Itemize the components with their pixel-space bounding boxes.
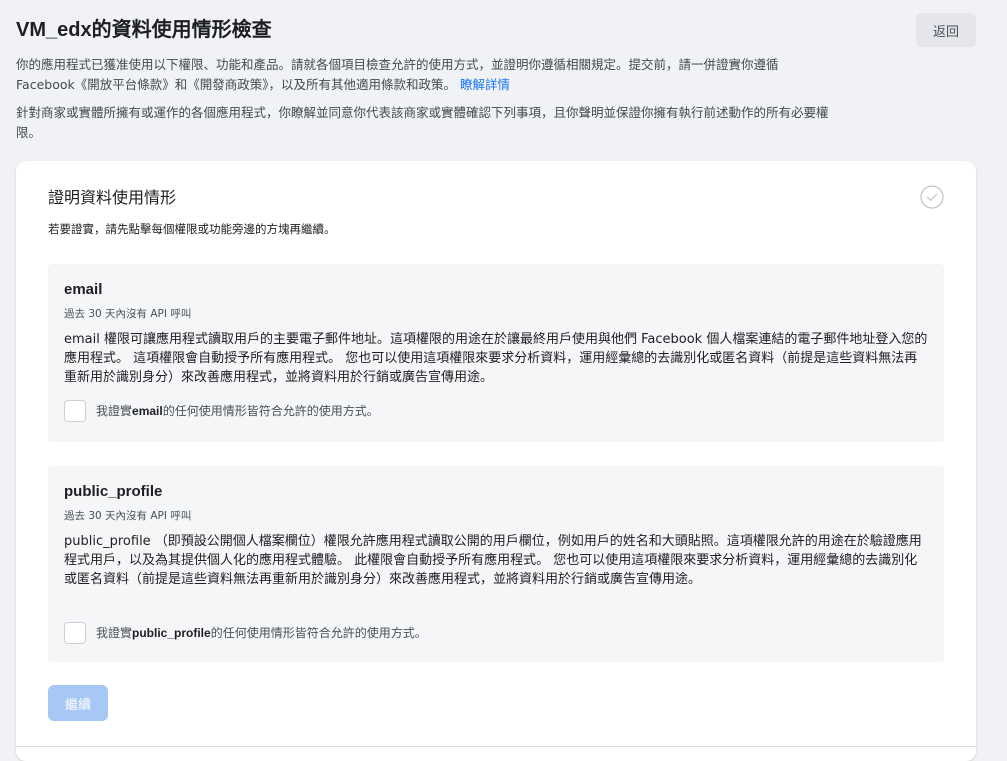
certify-suffix: 的任何使用情形皆符合允許的使用方式。 [210,626,427,640]
certify-prefix: 我證實 [96,404,133,418]
permission-usage: 過去 30 天內沒有 API 呼叫 [64,308,192,320]
intro-paragraph-1-text: 你的應用程式已獲准使用以下權限、功能和產品。請就各個項目檢查允許的使用方式，並證… [16,57,779,92]
permission-public-profile: public_profile 過去 30 天內沒有 API 呼叫 public_… [48,466,944,662]
card-footer-divider [16,746,976,747]
intro-text: 你的應用程式已獲准使用以下權限、功能和產品。請就各個項目檢查允許的使用方式，並證… [16,55,836,143]
learn-more-link[interactable]: 瞭解詳情 [460,77,510,92]
intro-paragraph-2: 針對商家或實體所擁有或運作的各個應用程式，你瞭解並同意你代表該商家或實體確認下列… [16,105,829,140]
back-button[interactable]: 返回 [916,13,976,47]
page-title: VM_edx的資料使用情形檢查 [16,19,272,41]
permission-usage: 過去 30 天內沒有 API 呼叫 [64,510,192,522]
permission-description: email 權限可讓應用程式讀取用戶的主要電子郵件地址。這項權限的用途在於讓最終… [64,332,928,385]
certify-email-label: 我證實email的任何使用情形皆符合允許的使用方式。 [96,402,379,420]
card-title: 證明資料使用情形 [48,188,177,207]
permission-name: email [64,281,103,298]
certify-prefix: 我證實 [96,626,133,640]
permission-description: public_profile （即預設公開個人檔案欄位）權限允許應用程式讀取公開… [64,534,922,587]
intro-paragraph-1: 你的應用程式已獲准使用以下權限、功能和產品。請就各個項目檢查允許的使用方式，並證… [16,55,836,95]
certify-email-checkbox[interactable] [64,400,86,422]
certify-row-email[interactable]: 我證實email的任何使用情形皆符合允許的使用方式。 [64,400,379,422]
certify-public-profile-label: 我證實public_profile的任何使用情形皆符合允許的使用方式。 [96,624,427,642]
certification-card: 證明資料使用情形 若要證實，請先點擊每個權限或功能旁邊的方塊再繼續。 email… [16,161,976,761]
certify-permission-name: email [132,404,163,418]
page-header: VM_edx的資料使用情形檢查 返回 [16,13,976,47]
continue-button[interactable]: 繼續 [48,685,108,721]
certify-permission-name: public_profile [132,626,211,640]
check-circle-icon [920,185,944,209]
certify-suffix: 的任何使用情形皆符合允許的使用方式。 [162,404,379,418]
permission-name: public_profile [64,483,163,500]
permission-email: email 過去 30 天內沒有 API 呼叫 email 權限可讓應用程式讀取… [48,264,944,442]
certify-public-profile-checkbox[interactable] [64,622,86,644]
certify-row-public-profile[interactable]: 我證實public_profile的任何使用情形皆符合允許的使用方式。 [64,622,427,644]
card-subtitle: 若要證實，請先點擊每個權限或功能旁邊的方塊再繼續。 [48,222,336,236]
